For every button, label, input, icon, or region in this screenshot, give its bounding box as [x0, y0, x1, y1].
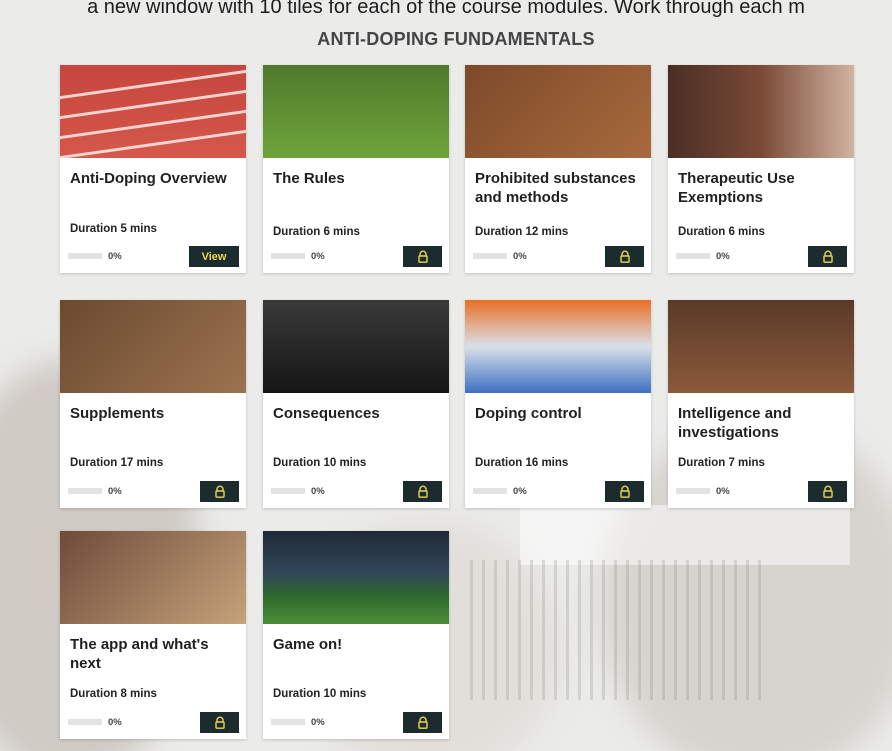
module-thumbnail: [465, 300, 651, 393]
module-duration: Duration 16 mins: [475, 457, 569, 469]
module-tile[interactable]: Supplements Duration 17 mins 0%: [60, 300, 246, 508]
module-tile[interactable]: Game on! Duration 10 mins 0%: [263, 531, 449, 739]
lock-icon: [214, 485, 225, 498]
lock-icon: [619, 485, 630, 498]
module-title: Consequences: [273, 405, 380, 422]
module-tile[interactable]: Consequences Duration 10 mins 0%: [263, 300, 449, 508]
module-duration: Duration 10 mins: [273, 457, 367, 469]
locked-button[interactable]: [403, 481, 442, 502]
locked-button[interactable]: [403, 712, 442, 733]
module-title: The app and what's next: [70, 636, 209, 672]
module-tile[interactable]: Intelligence and investigations Duration …: [668, 300, 854, 508]
module-tile[interactable]: Anti-Doping Overview Duration 5 mins 0% Vie…: [60, 65, 246, 273]
module-thumbnail: [60, 65, 246, 158]
progress-percent: 0%: [108, 717, 122, 728]
lock-icon: [619, 250, 630, 263]
progress-percent: 0%: [513, 486, 527, 497]
lock-icon: [822, 250, 833, 263]
module-duration: Duration 10 mins: [273, 688, 367, 700]
module-thumbnail: [60, 531, 246, 624]
module-tile[interactable]: Therapeutic Use Exemptions Duration 6 min…: [668, 65, 854, 273]
module-thumbnail: [465, 65, 651, 158]
progress-bar: [271, 253, 305, 259]
progress-bar: [676, 488, 710, 494]
progress-bar: [271, 719, 305, 725]
progress-bar: [473, 488, 507, 494]
module-duration: Duration 12 mins: [475, 226, 569, 238]
module-thumbnail: [263, 531, 449, 624]
module-duration: Duration 8 mins: [70, 688, 157, 700]
locked-button[interactable]: [808, 246, 847, 267]
module-duration: Duration 6 mins: [273, 226, 360, 238]
lock-icon: [417, 250, 428, 263]
progress-bar: [271, 488, 305, 494]
progress-percent: 0%: [108, 486, 122, 497]
progress-percent: 0%: [108, 251, 122, 262]
module-title: Supplements: [70, 405, 165, 422]
progress-percent: 0%: [311, 251, 325, 262]
progress-bar: [676, 253, 710, 259]
module-tile[interactable]: The Rules Duration 6 mins 0%: [263, 65, 449, 273]
lock-icon: [417, 716, 428, 729]
module-thumbnail: [263, 300, 449, 393]
locked-button[interactable]: [605, 481, 644, 502]
lock-icon: [417, 485, 428, 498]
page-title: ANTI-DOPING FUNDAMENTALS: [317, 29, 595, 49]
progress-bar: [68, 488, 102, 494]
module-tile[interactable]: Prohibited substances and methods Duratio…: [465, 65, 651, 273]
progress-percent: 0%: [311, 486, 325, 497]
progress-bar: [68, 253, 102, 259]
locked-button[interactable]: [403, 246, 442, 267]
module-duration: Duration 5 mins: [70, 223, 157, 235]
module-title: Intelligence and investigations: [678, 405, 792, 441]
module-thumbnail: [668, 300, 854, 393]
module-thumbnail: [60, 300, 246, 393]
progress-bar: [473, 253, 507, 259]
module-title: Therapeutic Use Exemptions: [678, 170, 795, 206]
locked-button[interactable]: [605, 246, 644, 267]
progress-percent: 0%: [716, 251, 730, 262]
module-duration: Duration 17 mins: [70, 457, 164, 469]
module-title: The Rules: [273, 170, 345, 187]
module-thumbnail: [668, 65, 854, 158]
locked-button[interactable]: [808, 481, 847, 502]
module-title: Game on!: [273, 636, 343, 653]
module-tile[interactable]: Doping control Duration 16 mins 0%: [465, 300, 651, 508]
lock-icon: [822, 485, 833, 498]
module-tile[interactable]: The app and what's next Duration 8 mins 0%: [60, 531, 246, 739]
progress-percent: 0%: [513, 251, 527, 262]
instruction-caption: a new window with 10 tiles for each of t…: [87, 0, 805, 18]
view-button[interactable]: View: [189, 246, 239, 267]
locked-button[interactable]: [200, 481, 239, 502]
module-title: Anti-Doping Overview: [70, 170, 227, 187]
locked-button[interactable]: [200, 712, 239, 733]
module-title: Prohibited substances and methods: [475, 170, 636, 206]
progress-percent: 0%: [716, 486, 730, 497]
module-duration: Duration 6 mins: [678, 226, 765, 238]
progress-percent: 0%: [311, 717, 325, 728]
progress-bar: [68, 719, 102, 725]
lock-icon: [214, 716, 225, 729]
module-thumbnail: [263, 65, 449, 158]
module-title: Doping control: [475, 405, 582, 422]
module-duration: Duration 7 mins: [678, 457, 765, 469]
